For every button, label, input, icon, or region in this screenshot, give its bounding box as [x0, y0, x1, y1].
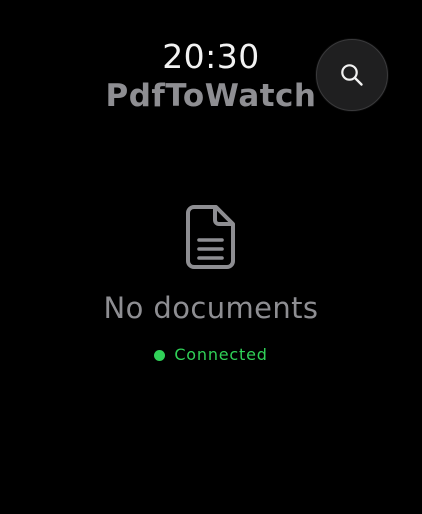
document-icon — [186, 205, 235, 269]
status-dot-icon — [154, 349, 166, 361]
connection-status: Connected — [0, 345, 422, 365]
connection-label: Connected — [174, 345, 268, 364]
watch-screen: 20:30 PdfToWatch No documents Connected — [0, 0, 422, 514]
search-button[interactable] — [316, 39, 388, 111]
empty-message: No documents — [103, 291, 319, 325]
search-icon — [341, 64, 363, 86]
